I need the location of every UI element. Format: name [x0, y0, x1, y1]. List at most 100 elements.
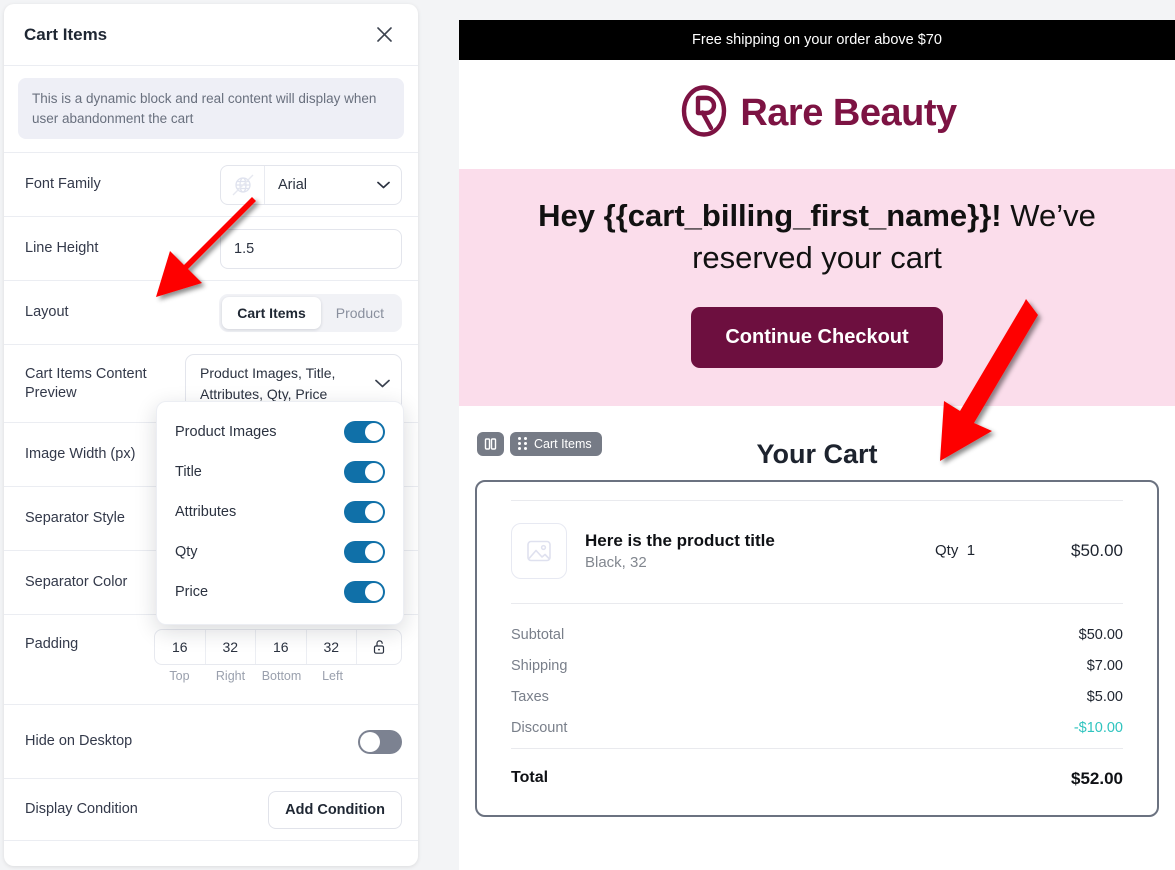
toggle-title[interactable] — [344, 461, 385, 483]
grand-total-label: Total — [511, 768, 549, 786]
row-padding: Padding 16 32 16 32 Top Right Bottom Lef… — [4, 615, 418, 706]
dynamic-block-info-text: This is a dynamic block and real content… — [18, 78, 404, 140]
cart-items-block[interactable]: Here is the product title Black, 32 Qty … — [475, 479, 1159, 817]
totals-value-discount: -$10.00 — [1073, 719, 1123, 736]
columns-icon[interactable] — [477, 431, 504, 456]
hero-section: Hey {{cart_billing_first_name}}! We’ve r… — [459, 169, 1175, 406]
cart-item-price: $50.00 — [1071, 540, 1123, 560]
totals-label: Shipping — [511, 657, 568, 674]
dropdown-label: Attributes — [175, 504, 237, 520]
row-display-condition: Display Condition Add Condition — [4, 779, 418, 842]
layout-option-cart-items[interactable]: Cart Items — [222, 296, 321, 329]
block-badges: Cart Items — [477, 431, 602, 456]
app-root: Cart Items This is a dynamic block and r… — [0, 0, 1175, 870]
cart-items-block-badge[interactable]: Cart Items — [510, 431, 602, 456]
cart-items-settings-panel: Cart Items This is a dynamic block and r… — [4, 4, 418, 866]
font-family-label: Font Family — [25, 176, 101, 193]
grand-total-row: Total $52.00 — [511, 749, 1123, 789]
cart-block-header: Cart Items Your Cart — [475, 431, 1159, 478]
line-height-input[interactable]: 1.5 — [220, 228, 402, 269]
toggle-qty[interactable] — [344, 541, 385, 563]
info-banner-wrap: This is a dynamic block and real content… — [4, 66, 418, 154]
padding-label-right: Right — [215, 669, 246, 684]
dropdown-item-title[interactable]: Title — [157, 452, 403, 492]
content-preview-value: Product Images, Title, Attributes, Qty, … — [200, 365, 336, 402]
grand-total-value: $52.00 — [1071, 768, 1123, 788]
totals-value: $5.00 — [1086, 688, 1123, 705]
font-family-select[interactable]: Arial — [220, 164, 402, 205]
padding-left-input[interactable]: 32 — [307, 630, 357, 665]
padding-top-input[interactable]: 16 — [155, 630, 206, 665]
close-icon[interactable] — [370, 21, 398, 49]
email-preview: Free shipping on your order above $70 Ra… — [459, 20, 1175, 870]
padding-label: Padding — [25, 636, 79, 653]
hide-on-desktop-label: Hide on Desktop — [25, 733, 133, 750]
row-layout: Layout Cart Items Product — [4, 281, 418, 346]
totals-label: Discount — [511, 719, 568, 736]
cart-item-qty-label: Qty — [935, 542, 959, 560]
dropdown-label: Product Images — [175, 424, 277, 440]
totals-label: Taxes — [511, 688, 549, 705]
globe-slash-icon — [221, 165, 265, 204]
totals-row-shipping: Shipping $7.00 — [511, 655, 1123, 686]
dropdown-item-qty[interactable]: Qty — [157, 532, 403, 572]
image-placeholder-icon — [511, 522, 567, 579]
line-height-value: 1.5 — [234, 240, 255, 257]
totals-label: Subtotal — [511, 626, 565, 643]
padding-control: 16 32 16 32 Top Right Bottom Left — [154, 629, 402, 683]
totals-value: $7.00 — [1086, 657, 1123, 674]
cart-item-meta: Here is the product title Black, 32 — [585, 531, 935, 571]
totals-row-discount: Discount -$10.00 — [511, 717, 1123, 748]
hero-heading: Hey {{cart_billing_first_name}}! We’ve r… — [517, 195, 1117, 279]
cart-item-qty: Qty 1 — [935, 542, 1027, 559]
dropdown-item-attributes[interactable]: Attributes — [157, 492, 403, 532]
row-line-height: Line Height 1.5 — [4, 217, 418, 282]
chevron-down-icon — [377, 177, 390, 193]
dropdown-label: Price — [175, 584, 209, 600]
drag-handle-icon[interactable] — [518, 437, 527, 451]
image-width-label: Image Width (px) — [25, 446, 136, 463]
row-font-family: Font Family Arial — [4, 153, 418, 218]
separator-color-label: Separator Color — [25, 574, 128, 591]
padding-side-labels: Top Right Bottom Left — [154, 669, 402, 683]
hide-on-desktop-toggle[interactable] — [358, 729, 402, 754]
dropdown-item-product-images[interactable]: Product Images — [157, 412, 403, 452]
brand-name: Rare Beauty — [740, 92, 957, 134]
settings-panel-header: Cart Items — [4, 4, 418, 66]
separator-style-label: Separator Style — [25, 510, 125, 527]
padding-inputs: 16 32 16 32 — [154, 629, 402, 666]
content-preview-dropdown: Product Images Title Attributes Qty Pric… — [156, 401, 404, 625]
layout-segmented-control: Cart Items Product — [219, 293, 402, 332]
totals-row-taxes: Taxes $5.00 — [511, 686, 1123, 717]
rare-beauty-logo-icon — [677, 84, 731, 143]
font-family-value-wrap: Arial — [265, 166, 401, 204]
unlock-icon[interactable] — [357, 630, 401, 664]
chevron-down-icon — [375, 375, 390, 393]
add-condition-button[interactable]: Add Condition — [268, 790, 402, 829]
cart-items-badge-label: Cart Items — [534, 436, 592, 451]
padding-right-input[interactable]: 32 — [206, 630, 256, 665]
cart-line-item: Here is the product title Black, 32 Qty … — [511, 501, 1123, 603]
shipping-announcement-bar: Free shipping on your order above $70 — [459, 20, 1175, 60]
content-preview-label: Cart Items Content Preview — [25, 365, 147, 401]
totals-row-subtotal: Subtotal $50.00 — [511, 624, 1123, 655]
padding-bottom-input[interactable]: 16 — [256, 630, 307, 665]
padding-label-bottom: Bottom — [261, 669, 302, 684]
dropdown-item-price[interactable]: Price — [157, 572, 403, 612]
totals-value: $50.00 — [1078, 626, 1123, 643]
font-family-value: Arial — [278, 176, 308, 193]
cart-totals: Subtotal $50.00 Shipping $7.00 Taxes $5.… — [511, 604, 1123, 748]
padding-label-top: Top — [169, 669, 190, 684]
brand-header: Rare Beauty — [459, 60, 1175, 169]
cart-item-attributes: Black, 32 — [585, 553, 647, 571]
layout-option-product[interactable]: Product — [321, 297, 399, 329]
layout-label: Layout — [25, 304, 69, 321]
page-title: Cart Items — [24, 24, 108, 44]
display-condition-label: Display Condition — [25, 801, 138, 818]
toggle-attributes[interactable] — [344, 501, 385, 523]
hero-heading-bold: Hey {{cart_billing_first_name}}! — [538, 198, 1002, 233]
toggle-price[interactable] — [344, 581, 385, 603]
continue-checkout-button[interactable]: Continue Checkout — [691, 306, 943, 368]
padding-label-spacer — [358, 669, 402, 683]
toggle-product-images[interactable] — [344, 421, 385, 443]
